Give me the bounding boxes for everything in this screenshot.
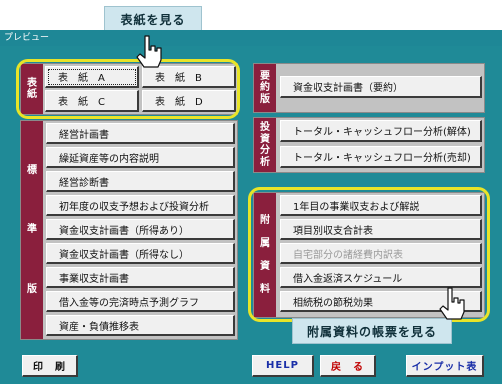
- summary-cashflow-plan-button[interactable]: 資金収支計画書（要約）: [280, 76, 482, 98]
- cover-d-button[interactable]: 表 紙 D: [142, 90, 236, 112]
- cover-a-button[interactable]: 表 紙 A: [45, 66, 139, 88]
- item-totals-button[interactable]: 項目別収支合計表: [280, 219, 482, 240]
- cashflow-demolition-button[interactable]: トータル・キャッシュフロー分析(解体): [280, 120, 482, 142]
- pointing-hand-icon: [136, 35, 162, 68]
- first-year-forecast-button[interactable]: 初年度の収支予想および投資分析: [46, 195, 235, 216]
- appendix-label: 附 属 資 料: [254, 193, 276, 317]
- summary-label: 要 約 版: [254, 64, 276, 112]
- callout-view-cover: 表紙を見る: [104, 6, 202, 32]
- cashflow-sale-button[interactable]: トータル・キャッシュフロー分析(売却): [280, 146, 482, 168]
- cover-c-button[interactable]: 表 紙 C: [45, 90, 139, 112]
- loan-repayment-schedule-button[interactable]: 借入金返済スケジュール: [280, 267, 482, 288]
- back-button[interactable]: 戻 る: [320, 355, 376, 377]
- input-table-button[interactable]: インプット表: [406, 355, 484, 377]
- window-title-bar: プレビュー: [0, 30, 502, 46]
- loan-payoff-graph-button[interactable]: 借入金等の完済時点予測グラフ: [46, 291, 235, 312]
- help-button[interactable]: HELP: [252, 355, 314, 377]
- cover-label: 表 紙: [21, 64, 43, 114]
- first-year-explanation-button[interactable]: 1年目の事業収支および解説: [280, 195, 482, 216]
- print-button[interactable]: 印 刷: [22, 355, 78, 377]
- management-plan-button[interactable]: 経営計画書: [46, 123, 235, 144]
- home-expense-breakdown-button[interactable]: 自宅部分の諸経費内訳表: [280, 243, 482, 264]
- pointing-hand-icon: [439, 287, 465, 320]
- management-diagnosis-button[interactable]: 経営診断書: [46, 171, 235, 192]
- window-title: プレビュー: [4, 33, 50, 43]
- cashflow-with-income-button[interactable]: 資金収支計画書（所得あり）: [46, 219, 235, 240]
- cashflow-without-income-button[interactable]: 資金収支計画書（所得なし）: [46, 243, 235, 264]
- standard-label: 標 準 版: [21, 121, 43, 339]
- investment-label: 投 資 分 析: [254, 118, 276, 172]
- asset-liability-trend-button[interactable]: 資産・負債推移表: [46, 315, 235, 336]
- business-plan-button[interactable]: 事業収支計画書: [46, 267, 235, 288]
- callout-view-appendix: 附属資料の帳票を見る: [292, 318, 452, 344]
- cover-b-button[interactable]: 表 紙 B: [142, 66, 236, 88]
- deferred-assets-button[interactable]: 繰延資産等の内容説明: [46, 147, 235, 168]
